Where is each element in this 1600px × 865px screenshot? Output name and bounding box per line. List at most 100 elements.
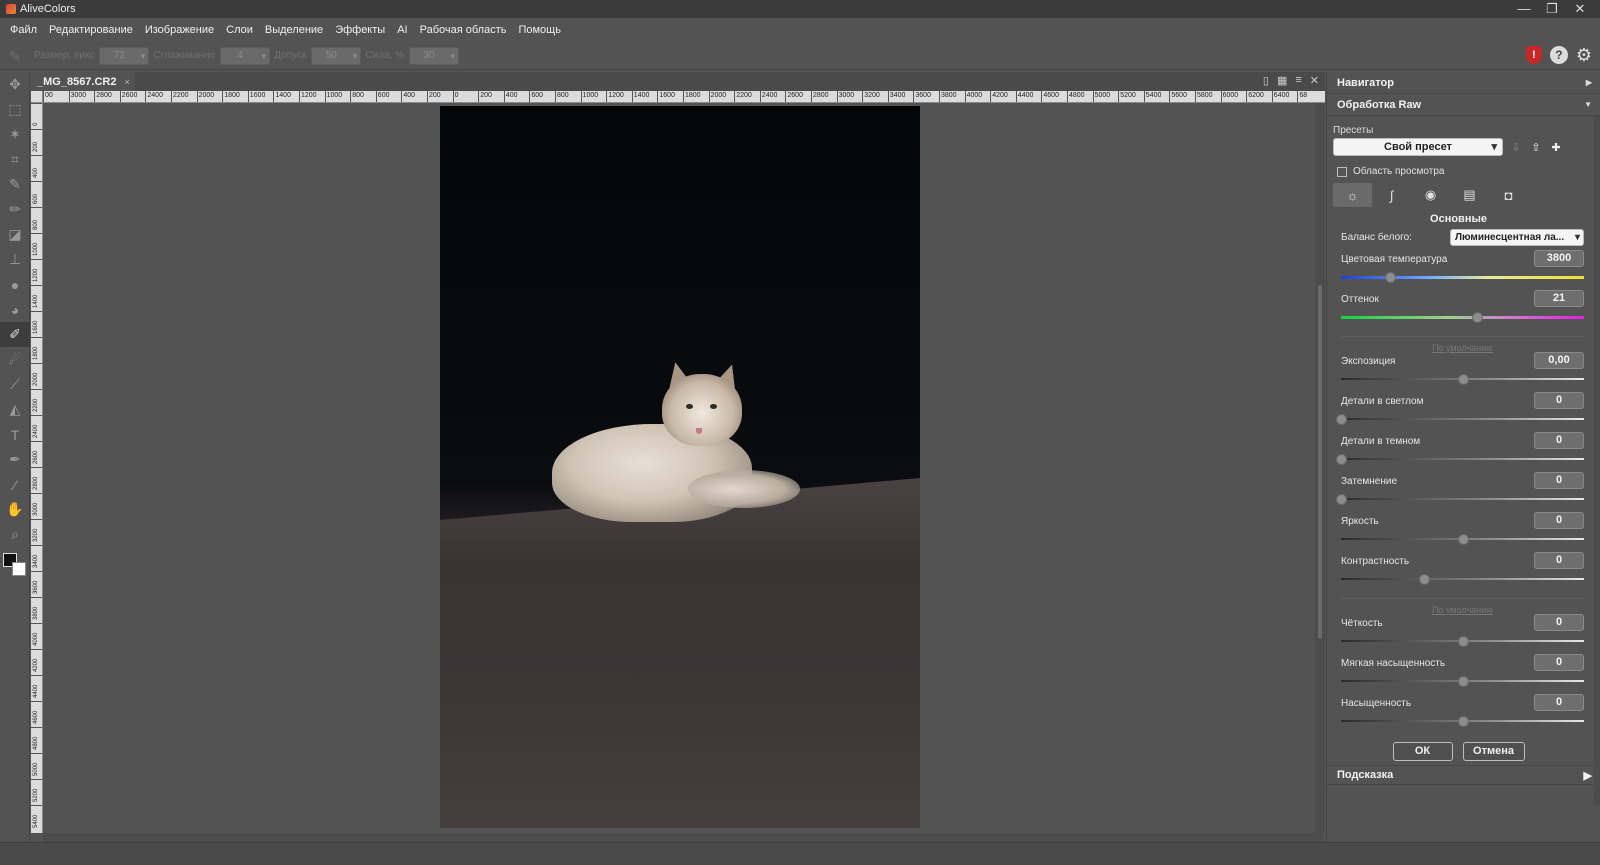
blur-icon[interactable]: ● [0, 272, 30, 297]
preview-area-checkbox[interactable] [1337, 166, 1347, 177]
close-button[interactable]: ✕ [1566, 0, 1594, 18]
size-field[interactable]: 72 [99, 46, 150, 65]
tolerance-field[interactable]: 50 [311, 46, 362, 65]
white-balance-select[interactable]: Люминесцентная ла... [1450, 229, 1584, 246]
slider-thumb[interactable] [1472, 312, 1484, 323]
tab-camera-icon[interactable]: ◘ [1489, 183, 1528, 207]
menu-edit[interactable]: Редактирование [43, 18, 139, 42]
document-tab-close-icon[interactable]: × [125, 77, 130, 87]
crop-icon[interactable]: ⌗ [0, 147, 30, 172]
panel-scrollbar[interactable] [1594, 116, 1600, 806]
preset-upload-icon[interactable]: ⇧ [1529, 141, 1543, 154]
menu-file[interactable]: Файл [4, 18, 43, 42]
default-link[interactable]: По умолчанию [1341, 336, 1584, 353]
hand-icon[interactable]: ✋ [0, 497, 30, 522]
menu-help[interactable]: Помощь [512, 18, 567, 42]
tab-curves-icon[interactable]: ∫ [1372, 183, 1411, 207]
brush-icon[interactable]: ✎ [0, 172, 30, 197]
photo-image[interactable] [440, 106, 920, 828]
slider-value-field[interactable]: 0 [1534, 472, 1584, 489]
shield-icon[interactable]: ! [1525, 46, 1542, 64]
slider-thumb[interactable] [1457, 716, 1469, 727]
slider-thumb[interactable] [1336, 454, 1347, 465]
menu-effects[interactable]: Эффекты [329, 18, 391, 42]
slider-track[interactable] [1341, 316, 1584, 319]
slider-value-field[interactable]: 0 [1534, 512, 1584, 529]
slider-value-field[interactable]: 0 [1534, 392, 1584, 409]
menu-workspace[interactable]: Рабочая область [414, 18, 513, 42]
canvas-area[interactable] [43, 103, 1323, 833]
tab-eye-icon[interactable]: ◉ [1411, 183, 1450, 207]
dodge-icon[interactable]: ◕ [0, 297, 30, 322]
new-document-icon[interactable]: ▯ [1263, 74, 1269, 87]
preset-download-icon[interactable]: ⇩ [1509, 141, 1523, 154]
text-icon[interactable]: T [0, 422, 30, 447]
slider-thumb[interactable] [1336, 494, 1347, 505]
slider-value-field[interactable]: 21 [1534, 290, 1584, 307]
ruler-tick: 3200 [31, 519, 42, 545]
slider-thumb[interactable] [1457, 676, 1469, 687]
canvas-horizontal-scrollbar[interactable] [43, 833, 1323, 842]
slider-value-field[interactable]: 0 [1534, 552, 1584, 569]
slider-thumb[interactable] [1457, 374, 1469, 385]
raw-panel-header[interactable]: Обработка Raw ▼ [1327, 94, 1600, 116]
hint-panel-header[interactable]: Подсказка ▶ [1327, 765, 1600, 785]
fill-icon[interactable]: ◭ [0, 397, 30, 422]
cancel-button[interactable]: Отмена [1462, 742, 1525, 761]
menu-layers[interactable]: Слои [220, 18, 259, 42]
slider-thumb[interactable] [1336, 414, 1347, 425]
slider-thumb[interactable] [1384, 272, 1396, 283]
gradient-icon[interactable]: ⟋ [0, 372, 30, 397]
slider-track[interactable] [1341, 418, 1584, 420]
slider-thumb[interactable] [1418, 574, 1430, 585]
magic-wand-icon[interactable]: ✶ [0, 122, 30, 147]
preset-select[interactable]: Свой пресет [1333, 138, 1503, 156]
slider-thumb[interactable] [1457, 636, 1469, 647]
strength-field[interactable]: 30 [408, 46, 459, 65]
grid-layout-icon[interactable]: ▦ [1277, 74, 1287, 87]
tab-gradient-icon[interactable]: ▤ [1450, 183, 1489, 207]
ok-button[interactable]: ОК [1392, 742, 1453, 761]
eraser-icon[interactable]: ◪ [0, 222, 30, 247]
slider-value-field[interactable]: 0 [1534, 694, 1584, 711]
smoothing-field[interactable]: 4 [220, 46, 271, 65]
list-icon[interactable]: ≡ [1295, 74, 1301, 87]
slider-value-field[interactable]: 3800 [1534, 250, 1584, 267]
slider-value-field[interactable]: 0 [1534, 432, 1584, 449]
navigator-panel-header[interactable]: Навигатор ▶ [1327, 72, 1600, 94]
pencil-icon[interactable]: ✏ [0, 197, 30, 222]
background-color-swatch[interactable] [12, 562, 26, 576]
slider-value-field[interactable]: 0 [1534, 654, 1584, 671]
eyedropper-icon[interactable]: ⁄ [0, 472, 30, 497]
ruler-tick-label: 400 [401, 91, 415, 102]
slider-thumb[interactable] [1457, 534, 1469, 545]
slider-track[interactable] [1341, 458, 1584, 460]
maximize-button[interactable]: ❐ [1538, 0, 1566, 18]
preset-add-icon[interactable]: ✚ [1549, 141, 1563, 154]
menu-image[interactable]: Изображение [139, 18, 220, 42]
help-icon[interactable]: ? [1549, 46, 1568, 64]
menu-selection[interactable]: Выделение [259, 18, 329, 42]
slider-track[interactable] [1341, 276, 1584, 279]
slider-track[interactable] [1341, 578, 1584, 580]
marquee-icon[interactable]: ⬚ [0, 97, 30, 122]
smudge-icon[interactable]: ☄ [0, 347, 30, 372]
slider-track[interactable] [1341, 498, 1584, 500]
document-tab[interactable]: _MG_8567.CR2 × [31, 72, 135, 91]
minimize-button[interactable]: — [1510, 0, 1538, 18]
canvas-scroll-thumb[interactable] [1318, 285, 1322, 639]
menu-ai[interactable]: AI [391, 18, 413, 42]
gear-icon[interactable]: ⚙ [1576, 46, 1592, 64]
close-document-icon[interactable]: ✕ [1310, 74, 1319, 87]
clone-stamp-icon[interactable]: ⊥ [0, 247, 30, 272]
default-link-2[interactable]: По умолчанию [1341, 598, 1584, 615]
tab-basic-sun-icon[interactable]: ☼ [1333, 183, 1372, 207]
ruler-tick-label: 1800 [33, 346, 39, 360]
healing-brush-icon[interactable]: ✐ [0, 322, 30, 347]
canvas-vertical-scrollbar[interactable] [1315, 103, 1325, 833]
pen-icon[interactable]: ✒ [0, 447, 30, 472]
slider-value-field[interactable]: 0 [1534, 614, 1584, 631]
move-icon[interactable]: ✥ [0, 72, 30, 97]
zoom-icon[interactable]: ⌕ [0, 522, 30, 547]
slider-value-field[interactable]: 0,00 [1534, 352, 1584, 369]
